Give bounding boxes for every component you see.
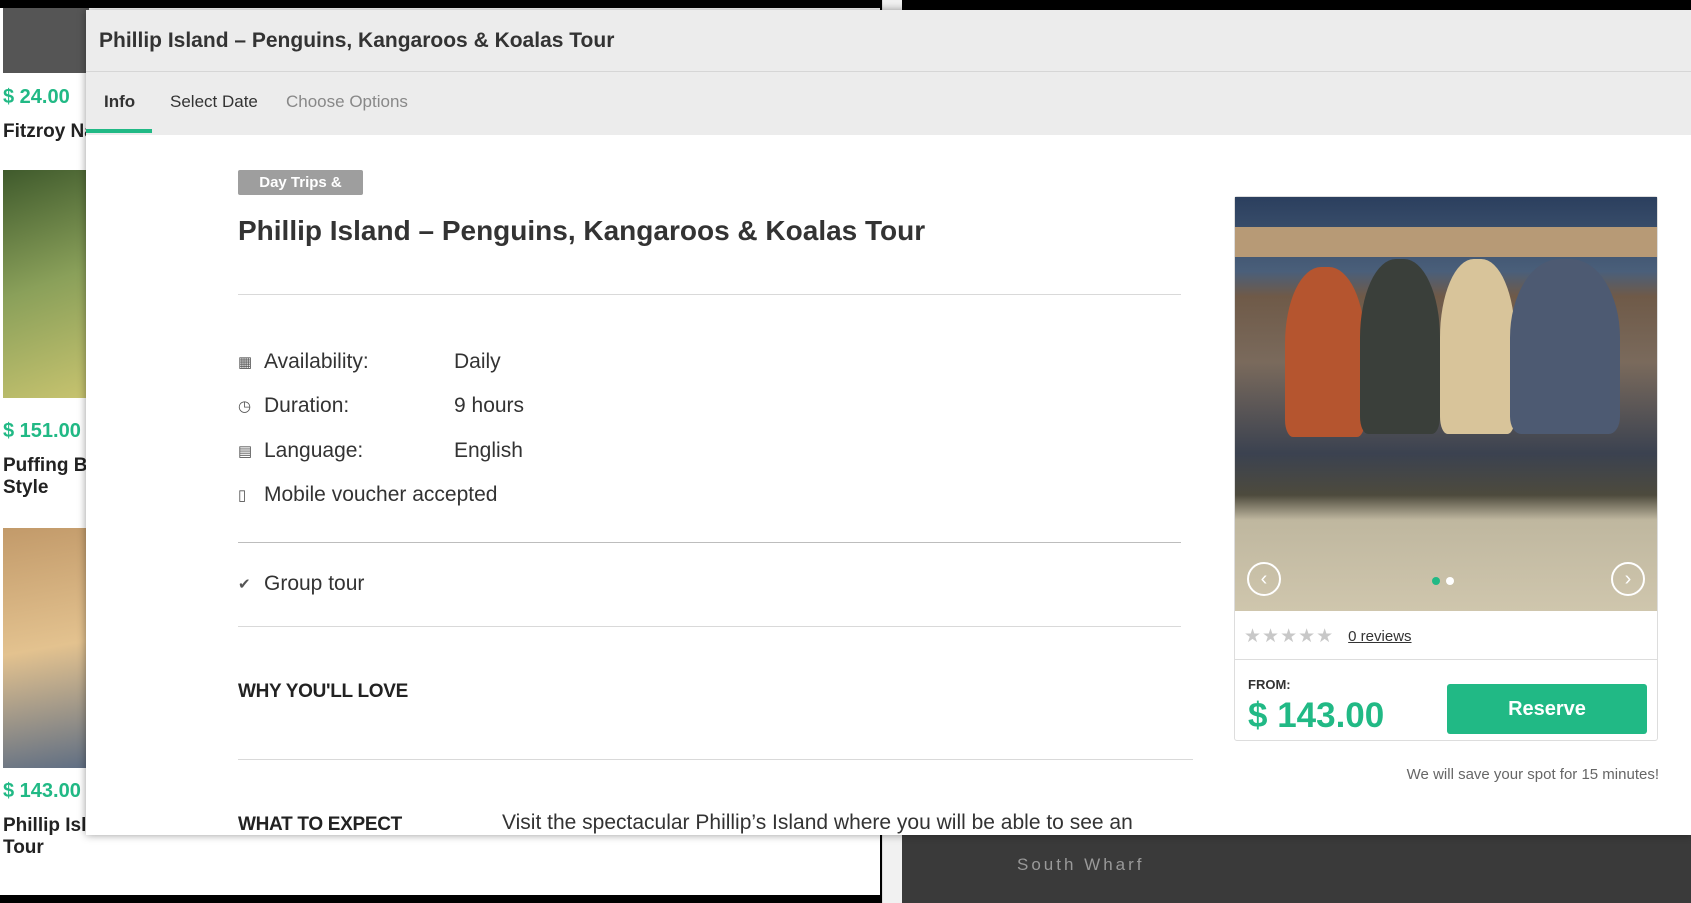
- listing-thumbnail[interactable]: [3, 8, 89, 73]
- listing-price: $ 143.00: [3, 780, 81, 802]
- calendar-icon: ▦: [238, 354, 253, 371]
- listing-thumbnail[interactable]: [3, 528, 89, 768]
- category-badge: Day Trips &: [238, 170, 363, 195]
- tour-photo: ‹ ›: [1235, 197, 1657, 611]
- availability-label: Availability:: [264, 350, 369, 373]
- listing-title[interactable]: Phillip Isla: [3, 815, 93, 837]
- duration-row: ◷ Duration: 9 hours: [238, 391, 524, 421]
- checkmark-icon: ✔: [238, 576, 251, 593]
- map-label: South Wharf: [1017, 855, 1145, 874]
- chevron-left-icon[interactable]: ‹: [1247, 562, 1281, 596]
- booking-card: ‹ › ★★★★★ 0 reviews FROM: $ 143.00 Reser…: [1234, 196, 1658, 741]
- photo-person: [1285, 267, 1365, 437]
- tour-price: $ 143.00: [1248, 696, 1385, 735]
- listing-title-line2[interactable]: Style: [3, 477, 93, 499]
- carousel-dot-active[interactable]: [1432, 577, 1440, 585]
- from-label: FROM:: [1248, 677, 1291, 692]
- carousel-dot[interactable]: [1446, 577, 1454, 585]
- reviews-link[interactable]: 0 reviews: [1348, 628, 1411, 645]
- listing-price: $ 151.00: [3, 420, 81, 442]
- availability-value: Daily: [454, 350, 501, 373]
- voucher-row: ▯ Mobile voucher accepted: [238, 480, 497, 510]
- photo-person: [1440, 259, 1515, 434]
- modal-header: Phillip Island – Penguins, Kangaroos & K…: [86, 10, 1691, 72]
- divider: [238, 542, 1181, 543]
- listing-price: $ 24.00: [3, 86, 70, 108]
- what-to-expect-text: Visit the spectacular Phillip’s Island w…: [502, 811, 1133, 834]
- why-youll-love-heading: WHY YOU'LL LOVE: [238, 681, 408, 702]
- voucher-text: Mobile voucher accepted: [264, 483, 498, 506]
- tab-select-date[interactable]: Select Date: [170, 72, 258, 135]
- save-spot-note: We will save your spot for 15 minutes!: [1406, 766, 1659, 783]
- rating-row: ★★★★★ 0 reviews: [1244, 625, 1412, 648]
- listing-title-line2[interactable]: Tour: [3, 837, 93, 859]
- language-value: English: [454, 439, 523, 462]
- divider: [1235, 659, 1657, 660]
- listing-title[interactable]: Puffing Bil: [3, 455, 93, 477]
- photo-person: [1510, 259, 1620, 434]
- listing-thumbnail[interactable]: [3, 170, 89, 398]
- divider: [238, 626, 1181, 627]
- reserve-button[interactable]: Reserve: [1447, 684, 1647, 734]
- photo-person: [1360, 259, 1440, 434]
- modal-title: Phillip Island – Penguins, Kangaroos & K…: [99, 28, 615, 52]
- duration-label: Duration:: [264, 394, 350, 417]
- tab-info[interactable]: Info: [104, 72, 135, 135]
- tab-choose-options[interactable]: Choose Options: [286, 72, 408, 135]
- speech-bubble-icon: ▤: [238, 443, 253, 460]
- tour-details-modal: Phillip Island – Penguins, Kangaroos & K…: [86, 10, 1691, 835]
- tour-title: Phillip Island – Penguins, Kangaroos & K…: [238, 215, 926, 246]
- clock-icon: ◷: [238, 398, 252, 415]
- chevron-right-icon[interactable]: ›: [1611, 562, 1645, 596]
- what-to-expect-heading: WHAT TO EXPECT: [238, 814, 402, 835]
- listing-title[interactable]: Fitzroy Na: [3, 121, 93, 143]
- language-row: ▤ Language: English: [238, 436, 523, 466]
- availability-row: ▦ Availability: Daily: [238, 347, 501, 377]
- active-tab-indicator: [86, 129, 152, 133]
- group-tour-row: ✔ Group tour: [238, 569, 364, 599]
- mobile-phone-icon: ▯: [238, 487, 247, 504]
- divider: [238, 759, 1193, 760]
- tab-bar: Info Select Date Choose Options: [86, 72, 1691, 135]
- background-map[interactable]: South Wharf: [902, 835, 1691, 903]
- star-rating: ★★★★★: [1244, 626, 1335, 647]
- language-label: Language:: [264, 439, 364, 462]
- group-tour-text: Group tour: [264, 572, 365, 595]
- photo-railing: [1235, 227, 1657, 257]
- duration-value: 9 hours: [454, 394, 525, 417]
- divider: [238, 294, 1181, 295]
